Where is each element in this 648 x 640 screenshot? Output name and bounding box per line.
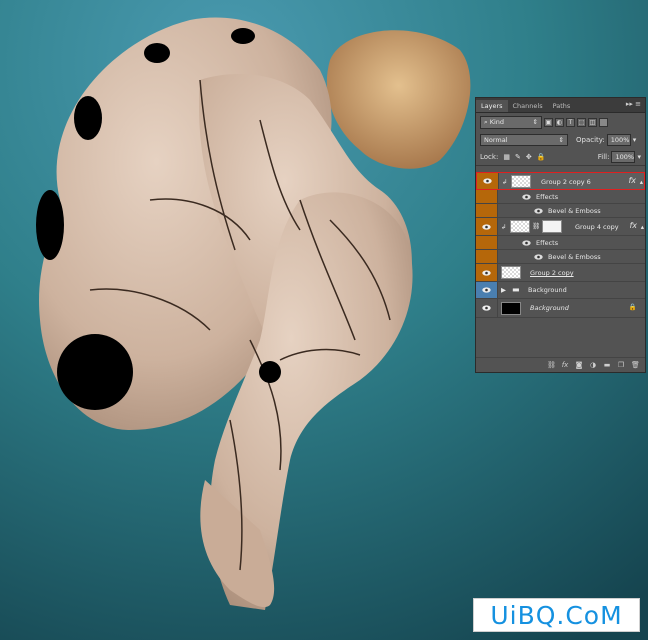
collapse-arrow-icon[interactable]: ▴ xyxy=(640,178,643,186)
visibility-eye-icon[interactable] xyxy=(522,194,531,200)
visibility-eye-icon[interactable] xyxy=(482,287,491,293)
layers-panel: Layers Channels Paths ▸▸ ≡ ⌕ Kind ⇕ ▣ ◐ … xyxy=(475,97,646,373)
clip-arrow-icon: ↲ xyxy=(502,178,508,186)
panel-tab-bar: Layers Channels Paths ▸▸ ≡ xyxy=(476,98,645,113)
lock-icon[interactable]: 🔒 xyxy=(629,303,637,311)
smart-object-filter-icon[interactable]: ◫ xyxy=(588,117,597,127)
delete-layer-icon[interactable]: 🗑 xyxy=(631,361,640,369)
fill-label: Fill: xyxy=(597,152,610,161)
visibility-eye-icon[interactable] xyxy=(482,305,491,311)
panel-footer: ⛓ fx ◙ ◑ ▬ ❐ 🗑 xyxy=(476,357,645,372)
effect-bevel-emboss-row[interactable]: Bevel & Emboss xyxy=(476,250,645,264)
clip-arrow-icon: ↲ xyxy=(501,223,507,231)
tab-paths[interactable]: Paths xyxy=(548,100,576,112)
effect-name: Bevel & Emboss xyxy=(548,253,601,261)
adjustment-layer-icon[interactable]: ◑ xyxy=(589,361,597,369)
fill-field[interactable]: 100% xyxy=(611,150,636,163)
layer-name[interactable]: Group 2 copy xyxy=(530,269,574,277)
new-layer-icon[interactable]: ❐ xyxy=(617,361,625,369)
effect-bevel-emboss-row[interactable]: Bevel & Emboss xyxy=(476,204,645,218)
tab-layers[interactable]: Layers xyxy=(476,100,508,112)
layer-thumbnail xyxy=(511,175,531,188)
folder-icon: ▬ xyxy=(512,285,520,294)
link-layers-icon[interactable]: ⛓ xyxy=(547,361,556,369)
layer-row-group2-copy6[interactable]: ↲ Group 2 copy 6 fx ▴ xyxy=(476,172,645,190)
filter-toggle-icon[interactable] xyxy=(599,117,608,127)
adjustment-filter-icon[interactable]: ◐ xyxy=(555,117,564,127)
fill-dropdown-icon[interactable]: ▾ xyxy=(637,153,641,161)
lock-all-icon[interactable]: 🔒 xyxy=(537,153,546,161)
pixel-filter-icon[interactable]: ▣ xyxy=(544,117,553,127)
collapse-arrow-icon[interactable]: ▴ xyxy=(641,223,644,231)
watermark-text: UiBQ.CoM xyxy=(490,600,623,630)
layer-gutter xyxy=(476,190,498,203)
layer-name[interactable]: Group 4 copy xyxy=(575,223,619,231)
tab-channels[interactable]: Channels xyxy=(508,100,548,112)
visibility-eye-icon[interactable] xyxy=(534,254,543,260)
layer-gutter xyxy=(476,204,498,217)
shape-filter-icon[interactable]: ⬚ xyxy=(577,117,586,127)
filter-row: ⌕ Kind ⇕ ▣ ◐ T ⬚ ◫ xyxy=(476,113,645,131)
filter-kind-select[interactable]: ⌕ Kind ⇕ xyxy=(480,115,542,129)
lock-position-icon[interactable]: ✥ xyxy=(526,153,532,161)
type-filter-icon[interactable]: T xyxy=(566,117,575,127)
filter-kind-value: Kind xyxy=(489,117,505,126)
search-icon: ⌕ xyxy=(484,117,488,126)
visibility-eye-icon[interactable] xyxy=(482,224,491,230)
blend-row: Normal ⇕ Opacity: 100% ▾ xyxy=(476,131,645,148)
fx-icon[interactable]: fx xyxy=(628,176,636,185)
layer-name[interactable]: Group 2 copy 6 xyxy=(541,178,591,186)
lock-label: Lock: xyxy=(480,152,499,161)
expand-arrow-icon[interactable]: ▶ xyxy=(501,286,506,294)
layer-row-background[interactable]: Background 🔒 xyxy=(476,299,645,318)
layer-thumbnail xyxy=(501,266,521,279)
blend-mode-value: Normal xyxy=(484,135,508,144)
layer-mask-thumbnail[interactable] xyxy=(542,220,562,233)
layer-thumbnail xyxy=(510,220,530,233)
panel-menu-icon[interactable]: ▸▸ ≡ xyxy=(626,100,641,108)
new-group-icon[interactable]: ▬ xyxy=(603,361,611,369)
lock-row: Lock: ▦ ✎ ✥ 🔒 Fill: 100% ▾ xyxy=(476,148,645,166)
lock-transparency-icon[interactable]: ▦ xyxy=(503,153,510,161)
effect-name: Bevel & Emboss xyxy=(548,207,601,215)
effects-label: Effects xyxy=(536,239,559,247)
visibility-eye-icon[interactable] xyxy=(483,178,492,184)
layer-row-background-group[interactable]: ▶ ▬ Background xyxy=(476,282,645,299)
chevron-updown-icon: ⇕ xyxy=(532,117,538,126)
watermark-logo: UiBQ.CoM xyxy=(473,598,640,632)
layer-gutter xyxy=(476,250,498,263)
layer-row-group2-copy[interactable]: Group 2 copy xyxy=(476,264,645,282)
link-chain-icon[interactable]: ⛓ xyxy=(532,222,540,230)
layer-list: ↲ Group 2 copy 6 fx ▴ Effects Bevel & Em… xyxy=(476,172,645,358)
visibility-eye-icon[interactable] xyxy=(482,270,491,276)
layer-gutter xyxy=(476,236,498,249)
effects-label: Effects xyxy=(536,193,559,201)
opacity-label: Opacity: xyxy=(576,135,605,144)
layer-name[interactable]: Background xyxy=(528,286,567,294)
add-style-icon[interactable]: fx xyxy=(561,361,569,369)
opacity-dropdown-icon[interactable]: ▾ xyxy=(633,136,637,144)
blend-mode-select[interactable]: Normal ⇕ xyxy=(480,133,568,146)
layer-thumbnail xyxy=(501,302,521,315)
layer-name[interactable]: Background xyxy=(530,304,569,312)
fx-icon[interactable]: fx xyxy=(629,221,637,230)
visibility-eye-icon[interactable] xyxy=(534,208,543,214)
layer-row-group4-copy[interactable]: ↲ ⛓ Group 4 copy fx ▴ xyxy=(476,218,645,236)
effects-row[interactable]: Effects xyxy=(476,190,645,204)
lock-image-icon[interactable]: ✎ xyxy=(515,153,521,161)
opacity-field[interactable]: 100% xyxy=(606,133,631,146)
add-mask-icon[interactable]: ◙ xyxy=(575,361,583,369)
visibility-eye-icon[interactable] xyxy=(522,240,531,246)
effects-row[interactable]: Effects xyxy=(476,236,645,250)
chevron-updown-icon: ⇕ xyxy=(558,135,564,144)
